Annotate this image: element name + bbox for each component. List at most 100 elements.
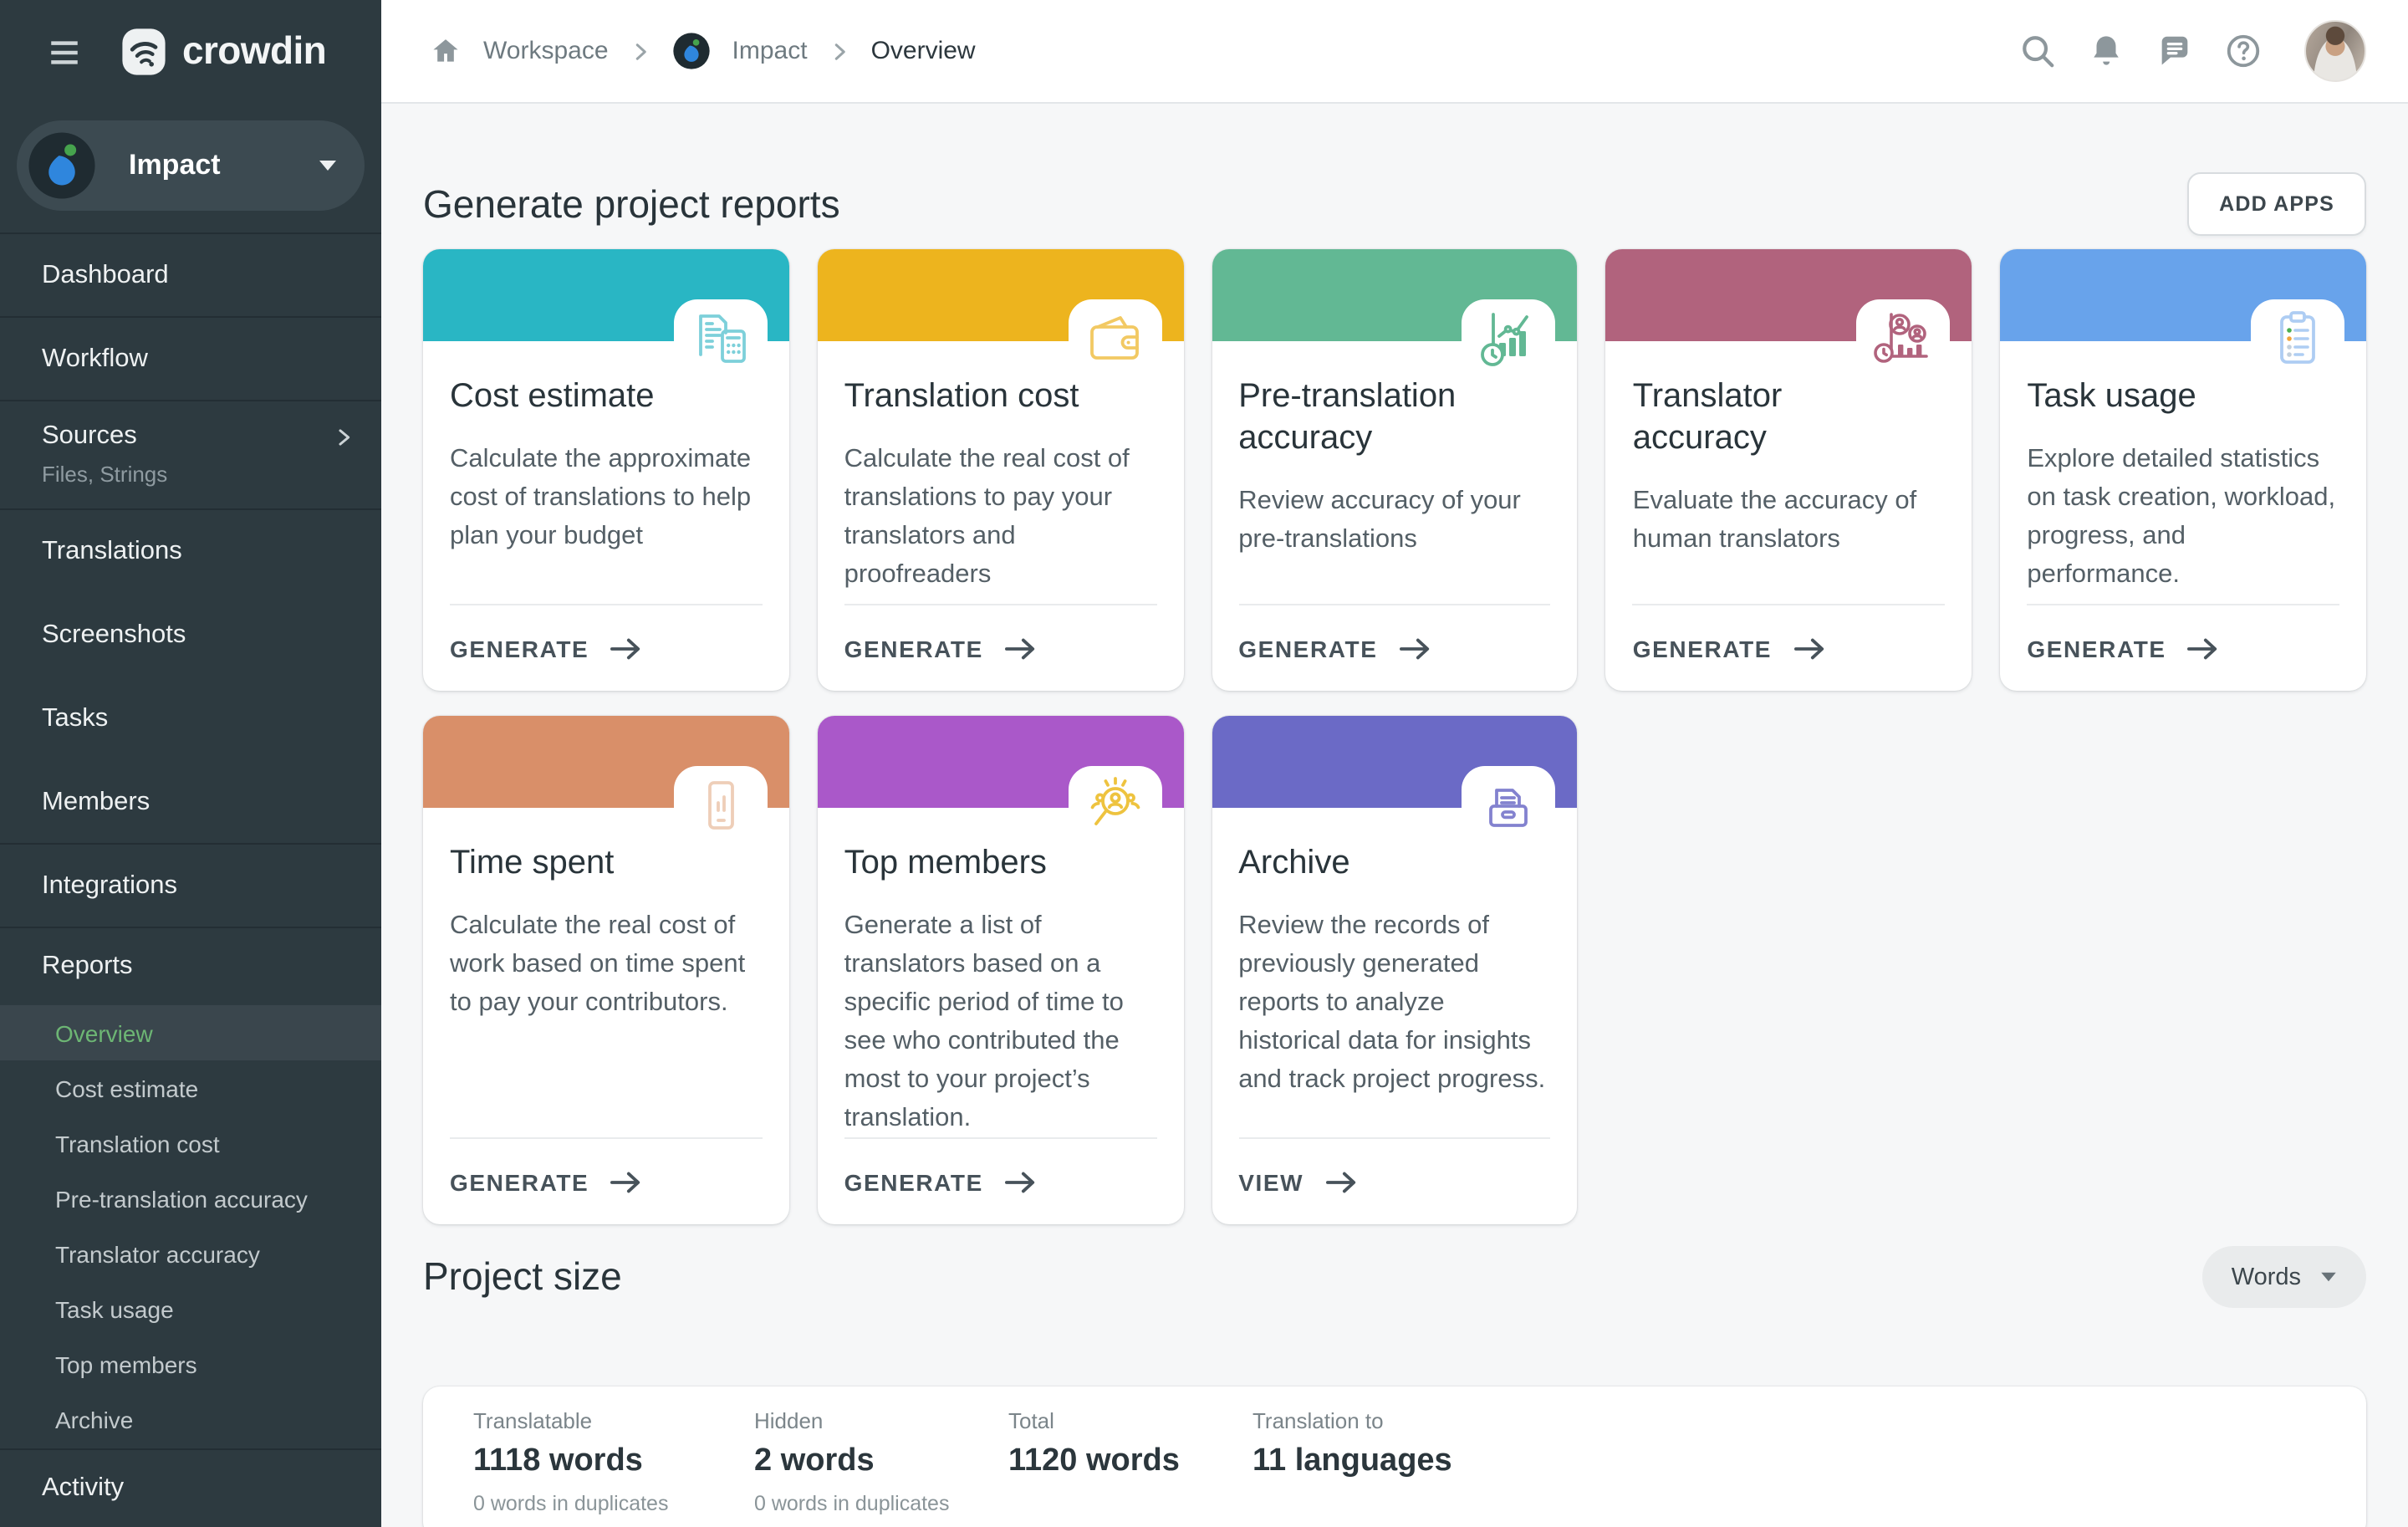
content: Generate project reports ADD APPS Cost xyxy=(381,104,2408,1527)
card-banner xyxy=(818,249,1184,341)
sidebar-subitem-cost-estimate[interactable]: Cost estimate xyxy=(0,1060,381,1116)
app: crowdin Impact Dashboard Workflow Source… xyxy=(0,0,2408,1527)
sidebar-item-tasks[interactable]: Tasks xyxy=(0,677,381,761)
card-top-members: Top members Generate a list of translato… xyxy=(818,716,1184,1224)
notifications-bell-icon[interactable] xyxy=(2087,32,2125,70)
card-description: Explore detailed statistics on task crea… xyxy=(2027,440,2339,594)
sidebar-item-label: Screenshots xyxy=(42,621,186,651)
topbar: Workspace Impact Overview xyxy=(381,0,2408,104)
card-translation-cost: Translation cost Calculate the real cost… xyxy=(818,249,1184,691)
messages-icon[interactable] xyxy=(2155,32,2194,70)
stat-value: 11 languages xyxy=(1252,1443,1452,1480)
crowdin-logo[interactable]: crowdin xyxy=(120,27,326,77)
card-title: Time spent xyxy=(450,843,763,885)
stat-note: 0 words in duplicates xyxy=(754,1492,985,1515)
stat-value: 1118 words xyxy=(473,1443,731,1480)
card-banner xyxy=(2000,249,2366,341)
sidebar-item-label: Integrations xyxy=(42,871,177,901)
sidebar-subitem-translator-accuracy[interactable]: Translator accuracy xyxy=(0,1226,381,1281)
stat-note: 0 words in duplicates xyxy=(473,1492,731,1515)
sidebar-item-workflow[interactable]: Workflow xyxy=(0,318,381,401)
sidebar-item-reports[interactable]: Reports xyxy=(0,928,381,1005)
arrow-right-icon xyxy=(610,636,642,660)
stat-hidden: Hidden 2 words 0 words in duplicates xyxy=(731,1408,985,1515)
section-title: Project size xyxy=(423,1254,622,1300)
sidebar-subitem-overview[interactable]: Overview xyxy=(0,1005,381,1060)
sidebar-item-screenshots[interactable]: Screenshots xyxy=(0,594,381,677)
sidebar-subitem-label: Pre-translation accuracy xyxy=(55,1185,308,1212)
sidebar: crowdin Impact Dashboard Workflow Source… xyxy=(0,0,381,1527)
stat-translation-to: Translation to 11 languages xyxy=(1229,1408,1452,1515)
menu-icon[interactable] xyxy=(47,34,82,69)
sidebar-item-integrations[interactable]: Integrations xyxy=(0,845,381,928)
generate-link[interactable]: GENERATE xyxy=(1633,604,1946,691)
arrow-right-icon xyxy=(1325,1170,1357,1193)
stat-label: Translation to xyxy=(1252,1408,1452,1433)
card-cost-estimate: Cost estimate Calculate the approximate … xyxy=(423,249,789,691)
sidebar-item-label: Sources xyxy=(42,421,137,452)
sidebar-item-members[interactable]: Members xyxy=(0,761,381,845)
generate-link[interactable]: GENERATE xyxy=(450,604,763,691)
search-icon[interactable] xyxy=(2018,32,2057,70)
stat-value: 2 words xyxy=(754,1443,985,1480)
card-banner xyxy=(1212,249,1578,341)
sidebar-item-label: Activity xyxy=(42,1473,124,1504)
sidebar-subitem-pre-translation-accuracy[interactable]: Pre-translation accuracy xyxy=(0,1171,381,1226)
sidebar-subitem-archive[interactable]: Archive xyxy=(0,1392,381,1447)
people-chart-icon xyxy=(1870,306,1936,373)
sidebar-item-sublabel: Files, Strings xyxy=(42,462,355,487)
card-task-usage: Task usage Explore detailed statistics o… xyxy=(2000,249,2366,691)
user-avatar[interactable] xyxy=(2304,20,2366,82)
breadcrumb-project[interactable]: Impact xyxy=(732,37,808,65)
sidebar-subitem-translation-cost[interactable]: Translation cost xyxy=(0,1116,381,1171)
action-label: VIEW xyxy=(1238,1168,1303,1195)
help-icon[interactable] xyxy=(2224,32,2263,70)
chevron-down-icon xyxy=(2319,1271,2338,1283)
card-archive: Archive Review the records of previously… xyxy=(1212,716,1578,1224)
generate-link[interactable]: GENERATE xyxy=(2027,604,2339,691)
generate-link[interactable]: GENERATE xyxy=(844,604,1157,691)
unit-selector[interactable]: Words xyxy=(2203,1246,2366,1308)
page-title: Generate project reports xyxy=(423,181,840,227)
sidebar-item-sources[interactable]: Sources Files, Strings xyxy=(0,401,381,510)
project-selector[interactable]: Impact xyxy=(17,120,365,211)
card-title: Translation cost xyxy=(844,376,1157,418)
project-avatar-icon[interactable] xyxy=(672,32,711,70)
card-time-spent: Time spent Calculate the real cost of wo… xyxy=(423,716,789,1224)
action-label: GENERATE xyxy=(450,1168,589,1195)
sidebar-item-label: Dashboard xyxy=(42,260,169,290)
generate-link[interactable]: GENERATE xyxy=(844,1137,1157,1224)
project-selector-wrap: Impact xyxy=(0,104,381,232)
card-description: Calculate the real cost of work based on… xyxy=(450,906,763,1022)
card-description: Evaluate the accuracy of human translato… xyxy=(1633,482,1946,559)
card-pre-translation-accuracy: Pre-translation accuracy Review accuracy… xyxy=(1212,249,1578,691)
arrow-right-icon xyxy=(1793,636,1825,660)
card-banner xyxy=(1606,249,1972,341)
action-label: GENERATE xyxy=(2027,635,2166,661)
sidebar-item-dashboard[interactable]: Dashboard xyxy=(0,234,381,318)
generate-link[interactable]: GENERATE xyxy=(1238,604,1551,691)
invoice-calculator-icon xyxy=(687,306,754,373)
sidebar-subitem-top-members[interactable]: Top members xyxy=(0,1336,381,1392)
card-description: Calculate the real cost of translations … xyxy=(844,440,1157,594)
chevron-right-icon xyxy=(333,426,355,447)
project-avatar-icon xyxy=(27,130,97,201)
breadcrumb-current: Overview xyxy=(871,37,976,65)
sidebar-subitem-label: Archive xyxy=(55,1406,133,1433)
action-label: GENERATE xyxy=(844,635,983,661)
action-label: GENERATE xyxy=(450,635,589,661)
home-icon[interactable] xyxy=(430,35,462,67)
chart-clock-icon xyxy=(1476,306,1543,373)
member-search-icon xyxy=(1081,773,1148,840)
card-title: Task usage xyxy=(2027,376,2339,418)
clipboard-tasks-icon xyxy=(2264,306,2331,373)
card-banner xyxy=(818,716,1184,808)
view-link[interactable]: VIEW xyxy=(1238,1137,1551,1224)
sidebar-item-translations[interactable]: Translations xyxy=(0,510,381,594)
add-apps-button[interactable]: ADD APPS xyxy=(2187,172,2366,236)
sidebar-item-activity[interactable]: Activity xyxy=(0,1448,381,1527)
generate-link[interactable]: GENERATE xyxy=(450,1137,763,1224)
breadcrumb-workspace[interactable]: Workspace xyxy=(483,37,609,65)
sidebar-subitem-label: Translation cost xyxy=(55,1130,220,1157)
sidebar-subitem-task-usage[interactable]: Task usage xyxy=(0,1281,381,1336)
